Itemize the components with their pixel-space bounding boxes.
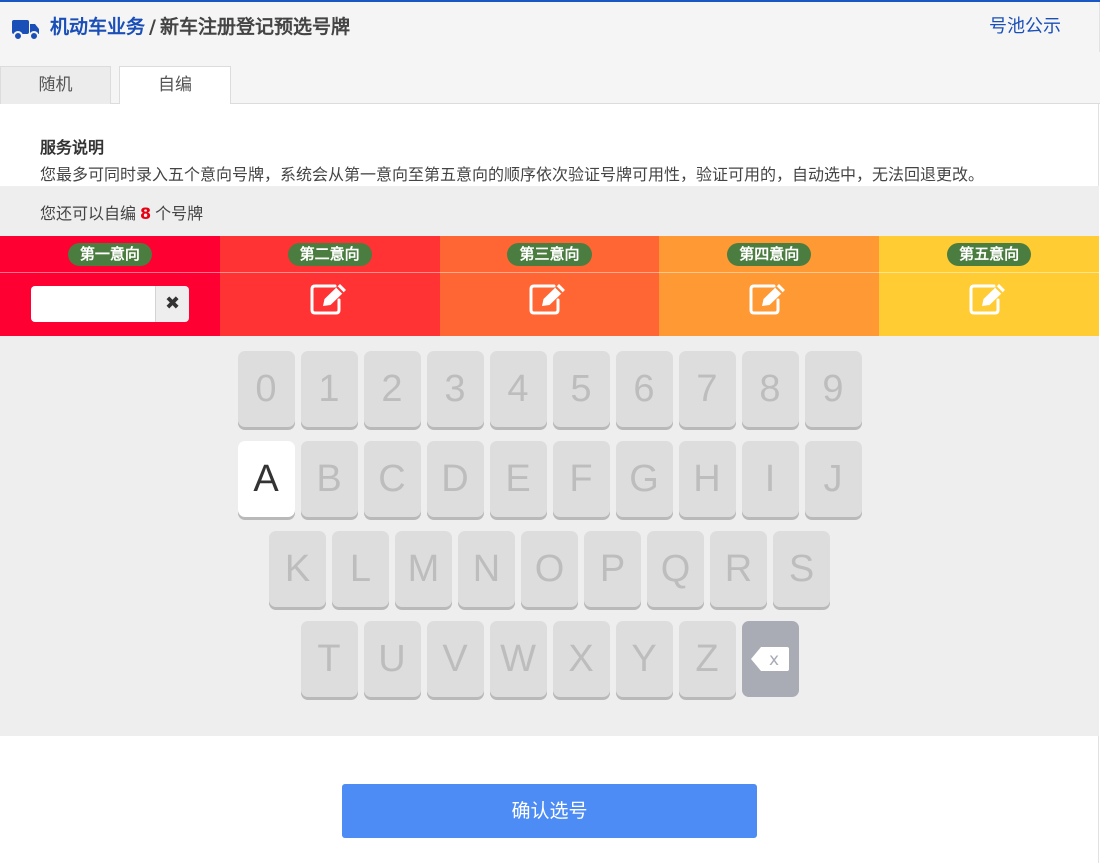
edit-icon[interactable] [309, 282, 351, 316]
key-b[interactable]: B [301, 441, 358, 517]
intention-row: 第一意向✖ 第二意向 第三意向 第四意向 第五意向 [0, 236, 1099, 336]
key-m[interactable]: M [395, 531, 452, 607]
intention-divider [879, 272, 1099, 273]
pool-announcement-link[interactable]: 号池公示 [989, 15, 1061, 39]
breadcrumb-root[interactable]: 机动车业务 [50, 16, 145, 38]
edit-icon[interactable] [968, 282, 1010, 316]
key-x[interactable]: X [553, 621, 610, 697]
key-w[interactable]: W [490, 621, 547, 697]
remaining-suffix: 个号牌 [155, 204, 203, 223]
breadcrumb-separator: / [145, 16, 160, 38]
intention-label: 第二意向 [288, 243, 372, 266]
intention-label: 第三意向 [507, 243, 591, 266]
key-8[interactable]: 8 [742, 351, 799, 427]
intention-first[interactable]: 第一意向✖ [0, 236, 220, 336]
key-t[interactable]: T [301, 621, 358, 697]
key-o[interactable]: O [521, 531, 578, 607]
key-p[interactable]: P [584, 531, 641, 607]
backspace-glyph: x [769, 650, 779, 670]
key-i[interactable]: I [742, 441, 799, 517]
key-3[interactable]: 3 [427, 351, 484, 427]
key-y[interactable]: Y [616, 621, 673, 697]
key-e[interactable]: E [490, 441, 547, 517]
intention-divider [220, 272, 440, 273]
keyboard-row: TUVWXYZx [0, 621, 1099, 697]
clear-icon[interactable]: ✖ [155, 286, 189, 322]
plate-input[interactable] [31, 286, 155, 322]
key-q[interactable]: Q [647, 531, 704, 607]
key-a[interactable]: A [238, 441, 295, 517]
key-c[interactable]: C [364, 441, 421, 517]
remaining-text: 您还可以自编8个号牌 [40, 200, 203, 224]
key-s[interactable]: S [773, 531, 830, 607]
intention-third[interactable]: 第三意向 [440, 236, 660, 336]
intention-fourth[interactable]: 第四意向 [659, 236, 879, 336]
key-r[interactable]: R [710, 531, 767, 607]
key-0[interactable]: 0 [238, 351, 295, 427]
intention-label: 第四意向 [727, 243, 811, 266]
page-title: 新车注册登记预选号牌 [160, 16, 350, 38]
edit-icon[interactable] [528, 282, 570, 316]
key-u[interactable]: U [364, 621, 421, 697]
tab-bar: 随机 自编 [0, 52, 1100, 104]
key-6[interactable]: 6 [616, 351, 673, 427]
key-1[interactable]: 1 [301, 351, 358, 427]
key-2[interactable]: 2 [364, 351, 421, 427]
intention-label: 第一意向 [68, 243, 152, 266]
intention-divider [440, 272, 660, 273]
key-l[interactable]: L [332, 531, 389, 607]
keyboard-row: ABCDEFGHIJ [0, 441, 1099, 517]
remaining-count: 8 [136, 204, 155, 223]
service-description: 您最多可同时录入五个意向号牌，系统会从第一意向至第五意向的顺序依次验证号牌可用性… [40, 161, 984, 185]
key-5[interactable]: 5 [553, 351, 610, 427]
key-j[interactable]: J [805, 441, 862, 517]
confirm-button[interactable]: 确认选号 [342, 784, 757, 838]
keyboard-row: 0123456789 [0, 351, 1099, 427]
plate-keyboard: 0123456789 ABCDEFGHIJ KLMNOPQRS TUVWXYZx [0, 336, 1099, 736]
backspace-icon: x [750, 646, 790, 672]
remaining-bar: 您还可以自编8个号牌 [0, 186, 1099, 236]
key-9[interactable]: 9 [805, 351, 862, 427]
key-n[interactable]: N [458, 531, 515, 607]
remaining-prefix: 您还可以自编 [40, 204, 136, 223]
main-panel: 服务说明 您最多可同时录入五个意向号牌，系统会从第一意向至第五意向的顺序依次验证… [0, 104, 1099, 863]
key-g[interactable]: G [616, 441, 673, 517]
intention-second[interactable]: 第二意向 [220, 236, 440, 336]
backspace-key[interactable]: x [742, 621, 799, 697]
keyboard-row: KLMNOPQRS [0, 531, 1099, 607]
intention-divider [659, 272, 879, 273]
key-v[interactable]: V [427, 621, 484, 697]
key-4[interactable]: 4 [490, 351, 547, 427]
intention-fifth[interactable]: 第五意向 [879, 236, 1099, 336]
intention-divider [0, 272, 220, 273]
breadcrumb: 机动车业务/新车注册登记预选号牌 [50, 15, 350, 39]
intention-label: 第五意向 [947, 243, 1031, 266]
service-title: 服务说明 [40, 134, 104, 158]
key-f[interactable]: F [553, 441, 610, 517]
key-7[interactable]: 7 [679, 351, 736, 427]
truck-icon [12, 19, 40, 41]
tab-random[interactable]: 随机 [0, 66, 111, 104]
key-z[interactable]: Z [679, 621, 736, 697]
key-h[interactable]: H [679, 441, 736, 517]
edit-icon[interactable] [748, 282, 790, 316]
page-header: 机动车业务/新车注册登记预选号牌 号池公示 [0, 2, 1100, 52]
tab-custom[interactable]: 自编 [119, 66, 231, 105]
key-d[interactable]: D [427, 441, 484, 517]
key-k[interactable]: K [269, 531, 326, 607]
